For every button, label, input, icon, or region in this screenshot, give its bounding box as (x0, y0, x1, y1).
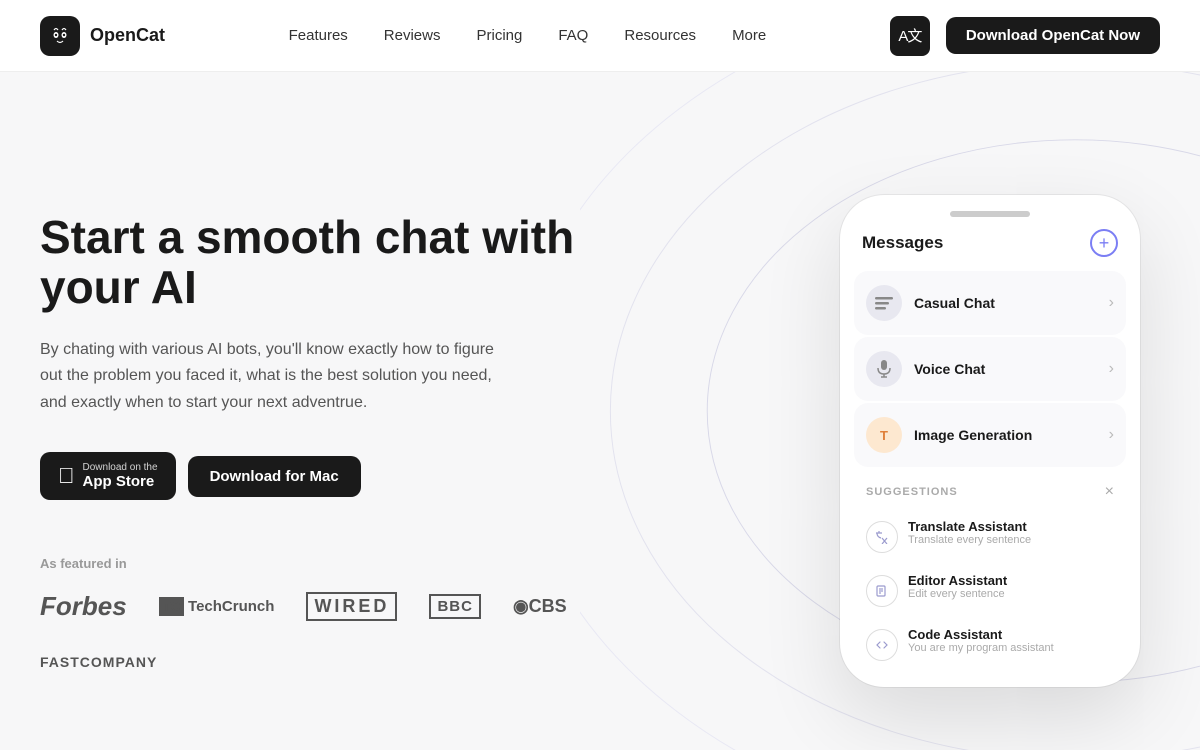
bbc-logo: BBC (429, 594, 481, 619)
suggestions-close-icon[interactable]: × (1105, 483, 1114, 501)
editor-sugg-title: Editor Assistant (908, 573, 1007, 588)
nav-features[interactable]: Features (289, 27, 348, 44)
apple-icon:  (58, 463, 75, 489)
translate-sugg-icon (866, 521, 898, 553)
cbs-logo: ◉CBS (513, 596, 567, 617)
hero-description: By chating with various AI bots, you'll … (40, 337, 500, 416)
phone-frame: Messages + C (840, 195, 1140, 687)
code-sugg-title: Code Assistant (908, 627, 1054, 642)
phone-notch (950, 211, 1030, 217)
avatar-image: T (866, 417, 902, 453)
nav-translate-icon[interactable]: A文 (890, 16, 930, 56)
featured-label: As featured in (40, 556, 580, 571)
nav-reviews[interactable]: Reviews (384, 27, 441, 44)
casual-chat-name: Casual Chat (914, 295, 995, 311)
nav-links: Features Reviews Pricing FAQ Resources M… (289, 27, 767, 44)
logo-icon (40, 16, 80, 56)
hero-section: Start a smooth chat with your AI By chat… (0, 72, 1200, 750)
voice-chat-chevron: › (1109, 360, 1114, 378)
chat-item-voice[interactable]: Voice Chat › (854, 337, 1126, 401)
nav-resources[interactable]: Resources (624, 27, 696, 44)
featured-logos: Forbes TC TechCrunch WIRED BBC ◉CBS FAST… (40, 591, 580, 670)
image-gen-name: Image Generation (914, 427, 1032, 443)
nav-more[interactable]: More (732, 27, 766, 44)
suggestions-header: SUGGESTIONS × (854, 479, 1126, 509)
logo-link[interactable]: OpenCat (40, 16, 165, 56)
avatar-casual (866, 285, 902, 321)
voice-chat-name: Voice Chat (914, 361, 985, 377)
phone-mockup: Messages + C (840, 195, 1160, 687)
editor-sugg-subtitle: Edit every sentence (908, 588, 1007, 600)
avatar-voice (866, 351, 902, 387)
hero-left: Start a smooth chat with your AI By chat… (40, 212, 580, 670)
forbes-logo: Forbes (40, 591, 127, 622)
editor-sugg-icon (866, 575, 898, 607)
suggestion-translate[interactable]: Translate Assistant Translate every sent… (854, 509, 1126, 563)
navbar: OpenCat Features Reviews Pricing FAQ Res… (0, 0, 1200, 72)
suggestion-code[interactable]: Code Assistant You are my program assist… (854, 617, 1126, 671)
appstore-large-text: App Store (83, 473, 155, 490)
download-nav-button[interactable]: Download OpenCat Now (946, 17, 1160, 54)
messages-title: Messages (862, 233, 943, 253)
code-sugg-icon (866, 629, 898, 661)
appstore-button[interactable]:  Download on the App Store (40, 452, 176, 500)
fastcompany-logo: FASTCOMPANY (40, 654, 157, 670)
logo-text: OpenCat (90, 25, 165, 46)
translate-sugg-subtitle: Translate every sentence (908, 534, 1031, 546)
nav-right: A文 Download OpenCat Now (890, 16, 1160, 56)
casual-chat-chevron: › (1109, 294, 1114, 312)
techcrunch-logo: TC TechCrunch (159, 597, 275, 616)
code-sugg-subtitle: You are my program assistant (908, 642, 1054, 654)
nav-pricing[interactable]: Pricing (476, 27, 522, 44)
appstore-small-text: Download on the (83, 462, 158, 473)
compose-icon[interactable]: + (1090, 229, 1118, 257)
hero-buttons:  Download on the App Store Download for… (40, 452, 580, 500)
chat-item-casual[interactable]: Casual Chat › (854, 271, 1126, 335)
nav-faq[interactable]: FAQ (558, 27, 588, 44)
translate-sugg-title: Translate Assistant (908, 519, 1031, 534)
suggestions-label: SUGGESTIONS (866, 486, 958, 498)
chat-list: Casual Chat › (854, 271, 1126, 467)
image-gen-chevron: › (1109, 426, 1114, 444)
phone-header: Messages + (854, 229, 1126, 271)
download-mac-button[interactable]: Download for Mac (188, 456, 361, 497)
wired-logo: WIRED (306, 592, 397, 621)
suggestion-editor[interactable]: Editor Assistant Edit every sentence (854, 563, 1126, 617)
hero-title: Start a smooth chat with your AI (40, 212, 580, 313)
chat-item-image[interactable]: T Image Generation › (854, 403, 1126, 467)
